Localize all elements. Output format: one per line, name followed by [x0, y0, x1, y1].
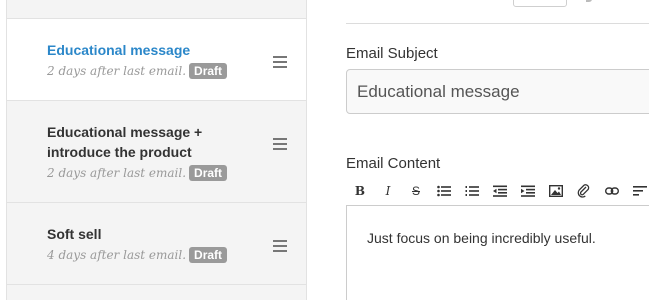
email-item-educational-message[interactable]: Educational message 2 days after last em…: [7, 19, 306, 101]
email-item-meta: 2 days after last email. Draft: [47, 165, 228, 181]
email-item-title: Soft sell: [47, 226, 102, 242]
status-badge: Draft: [189, 165, 228, 181]
email-item-meta: 2 days after last email. Draft: [47, 63, 228, 79]
email-content-editor[interactable]: Just focus on being incredibly useful.: [346, 205, 649, 300]
email-content-text: Just focus on being incredibly useful.: [367, 230, 596, 246]
indent-icon[interactable]: [518, 181, 538, 201]
unit-label-glyph: [586, 0, 592, 2]
email-subject-label: Email Subject: [346, 45, 438, 62]
attachment-icon[interactable]: [574, 181, 594, 201]
outdent-icon[interactable]: [490, 181, 510, 201]
drag-handle-icon[interactable]: [273, 240, 287, 252]
editor-divider: [346, 23, 649, 24]
email-item-timing: 2 days after last email.: [47, 64, 187, 78]
email-sequence-sidebar: Educational message 2 days after last em…: [6, 0, 307, 300]
bold-icon[interactable]: B: [350, 181, 370, 201]
status-badge: Draft: [189, 247, 228, 263]
drag-handle-icon[interactable]: [273, 56, 287, 68]
italic-icon[interactable]: I: [378, 181, 398, 201]
email-item-timing: 2 days after last email.: [47, 166, 187, 180]
align-icon[interactable]: [630, 181, 649, 201]
link-icon[interactable]: [602, 181, 622, 201]
email-item-meta: 4 days after last email. Draft: [47, 247, 228, 263]
email-content-label: Email Content: [346, 155, 441, 172]
image-icon[interactable]: [546, 181, 566, 201]
email-item-title: Educational message: [47, 42, 191, 58]
drag-handle-icon[interactable]: [273, 138, 287, 150]
bullet-list-icon[interactable]: [434, 181, 454, 201]
email-editor-panel: Email Subject Email Content B I S: [346, 0, 649, 300]
strikethrough-icon[interactable]: S: [406, 181, 426, 201]
email-item-educational-message-introduce-product[interactable]: Educational message + introduce the prod…: [7, 101, 306, 203]
email-item-title: Educational message + introduce the prod…: [47, 124, 203, 160]
delay-input[interactable]: [513, 0, 567, 7]
editor-toolbar: B I S: [346, 181, 649, 203]
numbered-list-icon[interactable]: [462, 181, 482, 201]
email-item-soft-sell[interactable]: Soft sell 4 days after last email. Draft: [7, 203, 306, 285]
status-badge: Draft: [189, 63, 228, 79]
email-subject-input[interactable]: [346, 69, 649, 114]
email-item-timing: 4 days after last email.: [47, 248, 187, 262]
